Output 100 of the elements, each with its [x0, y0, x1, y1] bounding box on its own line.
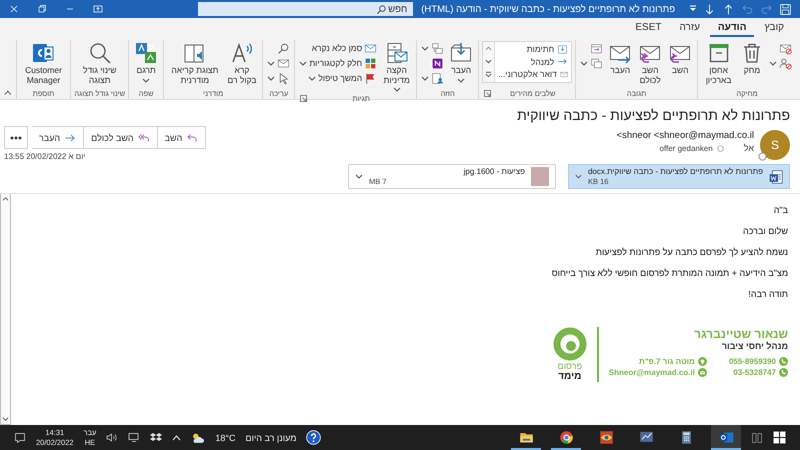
recipient-name[interactable]: offer gedanken	[660, 144, 713, 152]
ribbon-button[interactable]: מחק	[738, 40, 766, 76]
quick-step-item[interactable]: למנהל	[498, 56, 568, 68]
caret-icon[interactable]	[689, 5, 697, 13]
temperature-text[interactable]: 18°C	[215, 432, 236, 442]
network-icon[interactable]	[128, 432, 140, 443]
attachment-name: פציעות - 1600.jpg	[462, 167, 525, 176]
body-text: מצ"ב הידיעה + תמונה המותרת לפרסום חופשי ללא צורך בייחוס	[550, 268, 788, 280]
box-icon[interactable]	[150, 432, 162, 443]
up-arrow-icon[interactable]	[722, 2, 735, 16]
eye-icon	[598, 430, 614, 445]
chevron-up-icon[interactable]	[172, 434, 182, 441]
ribbon-button[interactable]: חלק לקטגוריות	[298, 56, 378, 70]
email-icon	[698, 368, 707, 377]
to-label: אל	[744, 143, 754, 153]
ribbon-button[interactable]: השב לכולם	[636, 40, 664, 86]
scroll-buttons[interactable]	[483, 42, 496, 82]
caret-icon	[355, 173, 363, 180]
ribbon-tab[interactable]: עזרה	[671, 19, 708, 37]
ribbon-tab[interactable]: קובץ	[756, 19, 792, 37]
archive-box-icon	[706, 41, 731, 65]
cursor-icon	[277, 72, 290, 84]
ribbon-button[interactable]: סמן כלא נקרא	[298, 41, 378, 55]
save-icon[interactable]	[779, 2, 792, 16]
scrollbar[interactable]	[0, 194, 11, 425]
ribbon-button[interactable]: תצוגת קריאה מודרנית	[167, 40, 223, 86]
reply-arrow-icon	[186, 132, 198, 144]
sender-name: shneor <shneor@maymad.co.il>	[616, 130, 754, 141]
more-button[interactable]	[4, 126, 28, 149]
caret-icon	[575, 173, 582, 180]
taskbar-button[interactable]	[711, 425, 741, 450]
signature-name: שנאור שטיינברגר	[693, 327, 788, 341]
restore-icon[interactable]	[36, 3, 48, 15]
monitor-app-icon	[638, 430, 654, 445]
note-app-icon	[431, 56, 444, 70]
dialog-launcher-icon[interactable]	[300, 95, 308, 102]
help-icon[interactable]	[306, 430, 322, 445]
quick-step-item[interactable]: דואר אלקטרוני...	[498, 68, 568, 80]
search-icon	[376, 4, 388, 14]
task-view-icon[interactable]	[751, 432, 763, 444]
dialog-launcher-icon[interactable]	[484, 90, 492, 97]
ribbon-tab[interactable]: ESET	[627, 19, 670, 37]
forward-button[interactable]: העבר	[32, 126, 84, 149]
browser-icon	[558, 430, 574, 445]
reply-all-arrow-icon	[138, 132, 150, 144]
forward-arrow-icon	[64, 132, 76, 144]
ribbon-button[interactable]: הקצה מדיניות	[380, 40, 414, 94]
contact-text: 03-5328747	[733, 368, 776, 377]
logo-text: מימד	[558, 371, 582, 382]
ribbon-button[interactable]: העבר	[447, 40, 476, 84]
down-caret-icon	[2, 416, 9, 422]
more-icon	[10, 136, 22, 140]
notification-icon[interactable]	[14, 432, 26, 444]
search-icon	[88, 41, 112, 65]
speaker-icon[interactable]	[106, 432, 118, 443]
signature-divider	[596, 327, 599, 382]
color-squares-icon	[364, 56, 378, 70]
ribbon-button[interactable]: שינוי גודל תצוגה	[74, 40, 126, 86]
ribbon-button[interactable]: Customer Manager	[20, 40, 68, 86]
icon-button[interactable]	[420, 71, 446, 85]
ribbon-button[interactable]: המשך טיפול	[298, 71, 378, 85]
collapse-ribbon-icon[interactable]	[4, 89, 12, 96]
phone-icon	[779, 368, 788, 377]
signature-role: מנהל יחסי ציבור	[720, 341, 788, 351]
icon-button[interactable]	[579, 56, 604, 70]
icon-button[interactable]	[768, 56, 793, 70]
ribbon-button[interactable]: תרגם	[132, 40, 160, 84]
mail-app-icon	[718, 430, 734, 445]
ribbon-button[interactable]: קרא בקול רם	[224, 40, 260, 86]
ribbon-button[interactable]: העבר	[606, 40, 634, 76]
close-icon[interactable]	[8, 3, 20, 15]
photo-placeholder	[531, 167, 549, 186]
logo-text: פרסום	[558, 361, 582, 371]
window-title: פתרונות לא תרופתיים לפציעות - כתבה שיווקית - הודעה (HTML)	[421, 4, 675, 14]
phone-icon	[779, 357, 788, 366]
reply-button[interactable]: השב	[158, 126, 206, 149]
icon-button[interactable]	[420, 41, 446, 55]
presence-icon	[758, 152, 767, 161]
person-blocked-icon	[779, 56, 792, 70]
search-icon	[277, 42, 290, 54]
cloud-sun-icon[interactable]	[191, 432, 206, 444]
rules-icon	[431, 42, 444, 54]
ribbon-button[interactable]: השב	[666, 40, 694, 76]
search-field[interactable]: חפש	[198, 2, 414, 16]
cabinet-envelope-icon	[384, 41, 409, 65]
weather-text[interactable]: מעונן רב היום	[246, 432, 296, 442]
reply-all-button[interactable]: השב לכולם	[84, 126, 158, 149]
message-subject: פתרונות לא תרופתיים לפציעות - כתבה שיווקית	[516, 106, 790, 124]
ribbon-button[interactable]: אחסן בארכיון	[701, 40, 736, 86]
down-caret-icon	[485, 58, 492, 66]
letter-sound-waves-icon	[230, 41, 254, 65]
quick-step-item[interactable]: חתימות	[498, 43, 568, 56]
body-text: נשמח להציע לך לפרסם כתבה על פתרונות לפציעות	[594, 247, 788, 259]
window-stack-icon	[590, 56, 604, 70]
ribbon-display-icon[interactable]	[92, 3, 104, 15]
down-arrow-icon[interactable]	[703, 2, 716, 16]
person-card-icon	[31, 41, 56, 65]
body-text: שלום וברכה	[742, 226, 788, 238]
start-menu-icon[interactable]	[773, 431, 786, 444]
calendar-icon	[590, 42, 604, 54]
